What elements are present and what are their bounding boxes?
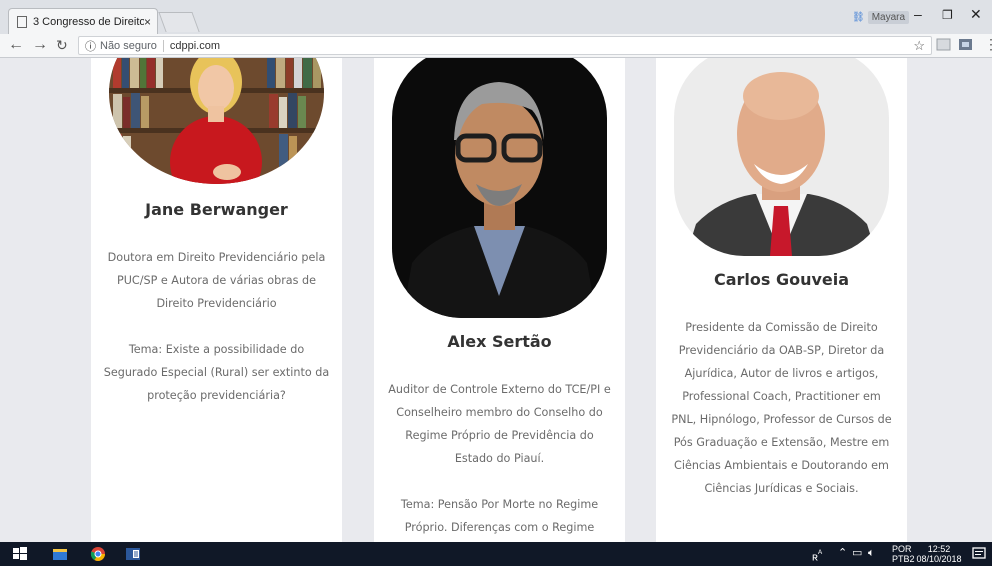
info-icon[interactable]: ⓘ <box>85 38 96 54</box>
security-label: Não seguro <box>100 39 157 52</box>
speaker-card: Carlos Gouveia Presidente da Comissão de… <box>656 58 907 542</box>
language-indicator[interactable]: POR PTB2 <box>892 544 915 564</box>
profile-icon: ⛓ <box>852 12 865 23</box>
url-text: cdppi.com <box>169 39 221 52</box>
speaker-topic: Tema: Pensão Por Morte no Regime Próprio… <box>400 498 599 534</box>
speaker-photo <box>392 58 607 318</box>
tab-close-button[interactable]: × <box>144 15 151 29</box>
speaker-name: Jane Berwanger <box>145 200 288 219</box>
back-icon[interactable]: ← <box>8 36 24 54</box>
speaker-description: Doutora em Direito Previdenciário pela P… <box>103 246 330 407</box>
clock[interactable]: 12:52 08/10/2018 <box>916 544 962 564</box>
page-icon <box>17 15 27 28</box>
profile-button[interactable]: ⛓ Mayara <box>852 11 910 24</box>
star-icon[interactable]: ☆ <box>913 38 925 54</box>
people-icon[interactable]: ʀᴬ <box>812 548 822 563</box>
clock-date: 08/10/2018 <box>916 554 962 564</box>
browser-tab[interactable]: 3 Congresso de Direito P × <box>8 8 158 34</box>
address-bar[interactable]: ⓘ Não seguro cdppi.com ☆ <box>78 36 932 55</box>
page-content: Jane Berwanger Doutora em Direito Previd… <box>0 58 992 542</box>
profile-name: Mayara <box>867 11 910 24</box>
language-bottom: PTB2 <box>892 554 915 564</box>
speaker-bio: Presidente da Comissão de Direito Previd… <box>671 321 892 495</box>
divider <box>162 39 164 52</box>
tab-title: 3 Congresso de Direito P <box>33 15 144 28</box>
volume-icon[interactable]: 🔈︎ <box>868 548 875 559</box>
restore-icon[interactable]: ❐ <box>942 8 953 22</box>
extension-icon[interactable] <box>958 37 973 52</box>
speaker-card: Alex Sertão Auditor de Controle Externo … <box>374 58 625 542</box>
chevron-up-icon[interactable]: ⌃ <box>838 548 847 559</box>
windows-start-icon[interactable] <box>12 546 28 562</box>
notification-icon[interactable] <box>971 546 987 562</box>
file-explorer-icon[interactable] <box>52 546 68 562</box>
close-icon[interactable]: ✕ <box>970 6 982 23</box>
tab-strip: 3 Congresso de Direito P × ⛓ Mayara – ❐ … <box>0 0 992 34</box>
network-icon[interactable]: ▭ <box>852 548 862 559</box>
speaker-card: Jane Berwanger Doutora em Direito Previd… <box>91 58 342 542</box>
extension-icon[interactable] <box>936 37 951 52</box>
chrome-icon[interactable] <box>90 546 106 562</box>
taskbar: ʀᴬ ⌃ ▭ 🔈︎ POR PTB2 12:52 08/10/2018 <box>0 542 992 566</box>
minimize-icon[interactable]: – <box>914 6 922 22</box>
speaker-photo <box>109 58 324 184</box>
speaker-description: Auditor de Controle Externo do TCE/PI e … <box>386 378 613 539</box>
speaker-photo <box>674 58 889 256</box>
speaker-bio: Auditor de Controle Externo do TCE/PI e … <box>388 383 611 465</box>
toolbar: ← → ↻ ⓘ Não seguro cdppi.com ☆ <box>0 34 992 58</box>
speaker-description: Presidente da Comissão de Direito Previd… <box>668 316 895 500</box>
clock-time: 12:52 <box>927 544 951 554</box>
new-tab-button[interactable] <box>158 12 200 32</box>
speaker-name: Alex Sertão <box>447 332 552 351</box>
speaker-bio: Doutora em Direito Previdenciário pela P… <box>107 251 326 310</box>
speaker-name: Carlos Gouveia <box>713 270 850 289</box>
forward-icon[interactable]: → <box>32 36 48 54</box>
menu-icon[interactable]: ⋮ <box>984 36 992 53</box>
word-icon[interactable] <box>125 546 141 562</box>
reload-icon[interactable]: ↻ <box>56 37 68 54</box>
speaker-topic: Tema: Existe a possibilidade do Segurado… <box>103 343 330 402</box>
language-top: POR <box>892 544 912 554</box>
